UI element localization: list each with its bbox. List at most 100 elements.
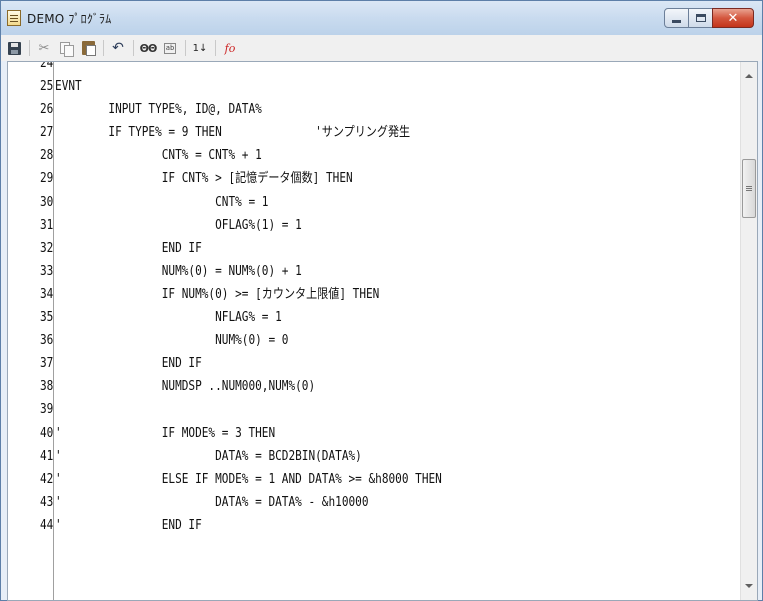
code-line[interactable]: 34 IF NUM%(0) >= [カウンタ上限値] THEN bbox=[8, 283, 625, 306]
copy-button[interactable] bbox=[57, 38, 75, 58]
find-button[interactable]: ΘΘ bbox=[139, 38, 158, 58]
title-bar[interactable]: DEMO ﾌﾟﾛｸﾞﾗﾑ ✕ bbox=[1, 1, 762, 35]
code-line[interactable]: 39 bbox=[8, 398, 625, 421]
code-line[interactable]: 37 END IF bbox=[8, 352, 625, 375]
code-line[interactable]: 32 END IF bbox=[8, 237, 625, 260]
vertical-scrollbar[interactable] bbox=[740, 62, 757, 600]
toolbar-separator bbox=[185, 40, 186, 56]
line-text[interactable]: END IF bbox=[55, 237, 202, 260]
code-line[interactable]: 40 ' IF MODE% = 3 THEN bbox=[8, 422, 625, 445]
code-line[interactable]: 44 ' END IF bbox=[8, 514, 625, 537]
code-line[interactable]: 30 CNT% = 1 bbox=[8, 191, 625, 214]
line-text[interactable]: IF CNT% > [記憶データ個数] THEN bbox=[55, 167, 353, 190]
line-number: 25 bbox=[40, 79, 54, 95]
line-text[interactable]: ' END IF bbox=[55, 514, 202, 537]
toolbar: ✂ ↶ ΘΘ ab 1↓ fo bbox=[1, 35, 762, 61]
code-line[interactable]: 31 OFLAG%(1) = 1 bbox=[8, 214, 625, 237]
toolbar-separator bbox=[133, 40, 134, 56]
line-text[interactable]: CNT% = 1 bbox=[55, 191, 268, 214]
line-number: 41 bbox=[40, 448, 54, 464]
paste-icon bbox=[81, 41, 96, 56]
document-icon[interactable] bbox=[7, 10, 21, 26]
line-number: 42 bbox=[40, 471, 54, 487]
window-title: DEMO ﾌﾟﾛｸﾞﾗﾑ bbox=[27, 12, 112, 26]
code-line[interactable]: 36 NUM%(0) = 0 bbox=[8, 329, 625, 352]
toolbar-separator bbox=[29, 40, 30, 56]
code-line[interactable]: 42 ' ELSE IF MODE% = 1 AND DATA% >= &h800… bbox=[8, 468, 625, 491]
line-number: 26 bbox=[40, 102, 54, 118]
line-text[interactable]: ' IF MODE% = 3 THEN bbox=[55, 422, 275, 445]
line-number: 43 bbox=[40, 494, 54, 510]
code-lines: 24 25 EVNT 26 INPUT TYPE%, ID@, DATA% 27 IF … bbox=[8, 61, 742, 537]
toolbar-separator bbox=[215, 40, 216, 56]
close-button[interactable]: ✕ bbox=[712, 8, 754, 28]
code-line[interactable]: 38 NUMDSP ..NUM000,NUM%(0) bbox=[8, 375, 625, 398]
line-text[interactable]: END IF bbox=[55, 352, 202, 375]
minimize-button[interactable] bbox=[664, 8, 689, 28]
line-number: 30 bbox=[40, 194, 54, 210]
line-number: 38 bbox=[40, 379, 54, 395]
line-number: 34 bbox=[40, 286, 54, 302]
sort-icon: 1↓ bbox=[192, 42, 208, 54]
line-text[interactable]: INPUT TYPE%, ID@, DATA% bbox=[55, 98, 262, 121]
copy-icon bbox=[59, 41, 74, 57]
code-line[interactable]: 35 NFLAG% = 1 bbox=[8, 306, 625, 329]
code-line[interactable]: 28 CNT% = CNT% + 1 bbox=[8, 144, 625, 167]
code-line[interactable]: 43 ' DATA% = DATA% - &h10000 bbox=[8, 491, 625, 514]
save-button[interactable] bbox=[5, 38, 23, 58]
replace-button[interactable]: ab bbox=[161, 38, 179, 58]
line-number: 37 bbox=[40, 356, 54, 372]
sort-button[interactable]: 1↓ bbox=[191, 38, 209, 58]
editor-window: DEMO ﾌﾟﾛｸﾞﾗﾑ ✕ ✂ ↶ ΘΘ ab 1↓ fo 24 25 EVN… bbox=[0, 0, 763, 601]
line-text[interactable]: ' DATA% = DATA% - &h10000 bbox=[55, 491, 368, 514]
find-icon: ΘΘ bbox=[139, 41, 158, 55]
line-text[interactable]: NUMDSP ..NUM000,NUM%(0) bbox=[55, 375, 315, 398]
code-line[interactable]: 24 bbox=[8, 61, 625, 75]
code-line[interactable]: 29 IF CNT% > [記憶データ個数] THEN bbox=[8, 167, 625, 190]
line-text[interactable]: OFLAG%(1) = 1 bbox=[55, 214, 302, 237]
minimize-icon bbox=[672, 20, 681, 23]
line-text[interactable]: IF TYPE% = 9 THEN 'サンプリング発生 bbox=[55, 121, 410, 144]
save-icon bbox=[7, 41, 21, 55]
maximize-icon bbox=[695, 14, 706, 22]
line-number: 39 bbox=[40, 402, 54, 418]
line-text[interactable]: NUM%(0) = NUM%(0) + 1 bbox=[55, 260, 302, 283]
line-number: 29 bbox=[40, 171, 54, 187]
undo-icon: ↶ bbox=[112, 40, 124, 56]
line-text[interactable]: NUM%(0) = 0 bbox=[55, 329, 288, 352]
replace-icon: ab bbox=[163, 42, 177, 54]
scroll-up-icon[interactable] bbox=[745, 74, 753, 78]
code-editor[interactable]: 24 25 EVNT 26 INPUT TYPE%, ID@, DATA% 27 IF … bbox=[7, 61, 758, 601]
code-line[interactable]: 33 NUM%(0) = NUM%(0) + 1 bbox=[8, 260, 625, 283]
line-number: 40 bbox=[40, 425, 54, 441]
code-line[interactable]: 41 ' DATA% = BCD2BIN(DATA%) bbox=[8, 445, 625, 468]
undo-button[interactable]: ↶ bbox=[109, 38, 127, 58]
cut-icon: ✂ bbox=[38, 40, 50, 56]
line-number: 36 bbox=[40, 333, 54, 349]
line-text[interactable]: CNT% = CNT% + 1 bbox=[55, 144, 262, 167]
line-text[interactable]: ' ELSE IF MODE% = 1 AND DATA% >= &h8000 … bbox=[55, 468, 442, 491]
line-number: 35 bbox=[40, 310, 54, 326]
line-number: 44 bbox=[40, 517, 54, 533]
function-button[interactable]: fo bbox=[221, 38, 239, 58]
function-icon: fo bbox=[224, 41, 236, 55]
maximize-button[interactable] bbox=[688, 8, 713, 28]
line-number: 32 bbox=[40, 240, 54, 256]
toolbar-separator bbox=[103, 40, 104, 56]
line-text[interactable]: EVNT bbox=[55, 75, 82, 98]
line-number: 24 bbox=[40, 61, 54, 71]
scroll-down-icon[interactable] bbox=[745, 584, 753, 588]
line-number: 27 bbox=[40, 125, 54, 141]
paste-button[interactable] bbox=[79, 38, 97, 58]
line-number: 28 bbox=[40, 148, 54, 164]
line-text[interactable]: NFLAG% = 1 bbox=[55, 306, 282, 329]
cut-button[interactable]: ✂ bbox=[35, 38, 53, 58]
code-line[interactable]: 25 EVNT bbox=[8, 75, 625, 98]
line-text[interactable]: IF NUM%(0) >= [カウンタ上限値] THEN bbox=[55, 283, 380, 306]
scroll-thumb[interactable] bbox=[742, 159, 756, 218]
line-text[interactable]: ' DATA% = BCD2BIN(DATA%) bbox=[55, 445, 362, 468]
code-line[interactable]: 26 INPUT TYPE%, ID@, DATA% bbox=[8, 98, 625, 121]
line-number: 31 bbox=[40, 217, 54, 233]
caption-buttons: ✕ bbox=[664, 8, 754, 29]
code-line[interactable]: 27 IF TYPE% = 9 THEN 'サンプリング発生 bbox=[8, 121, 625, 144]
